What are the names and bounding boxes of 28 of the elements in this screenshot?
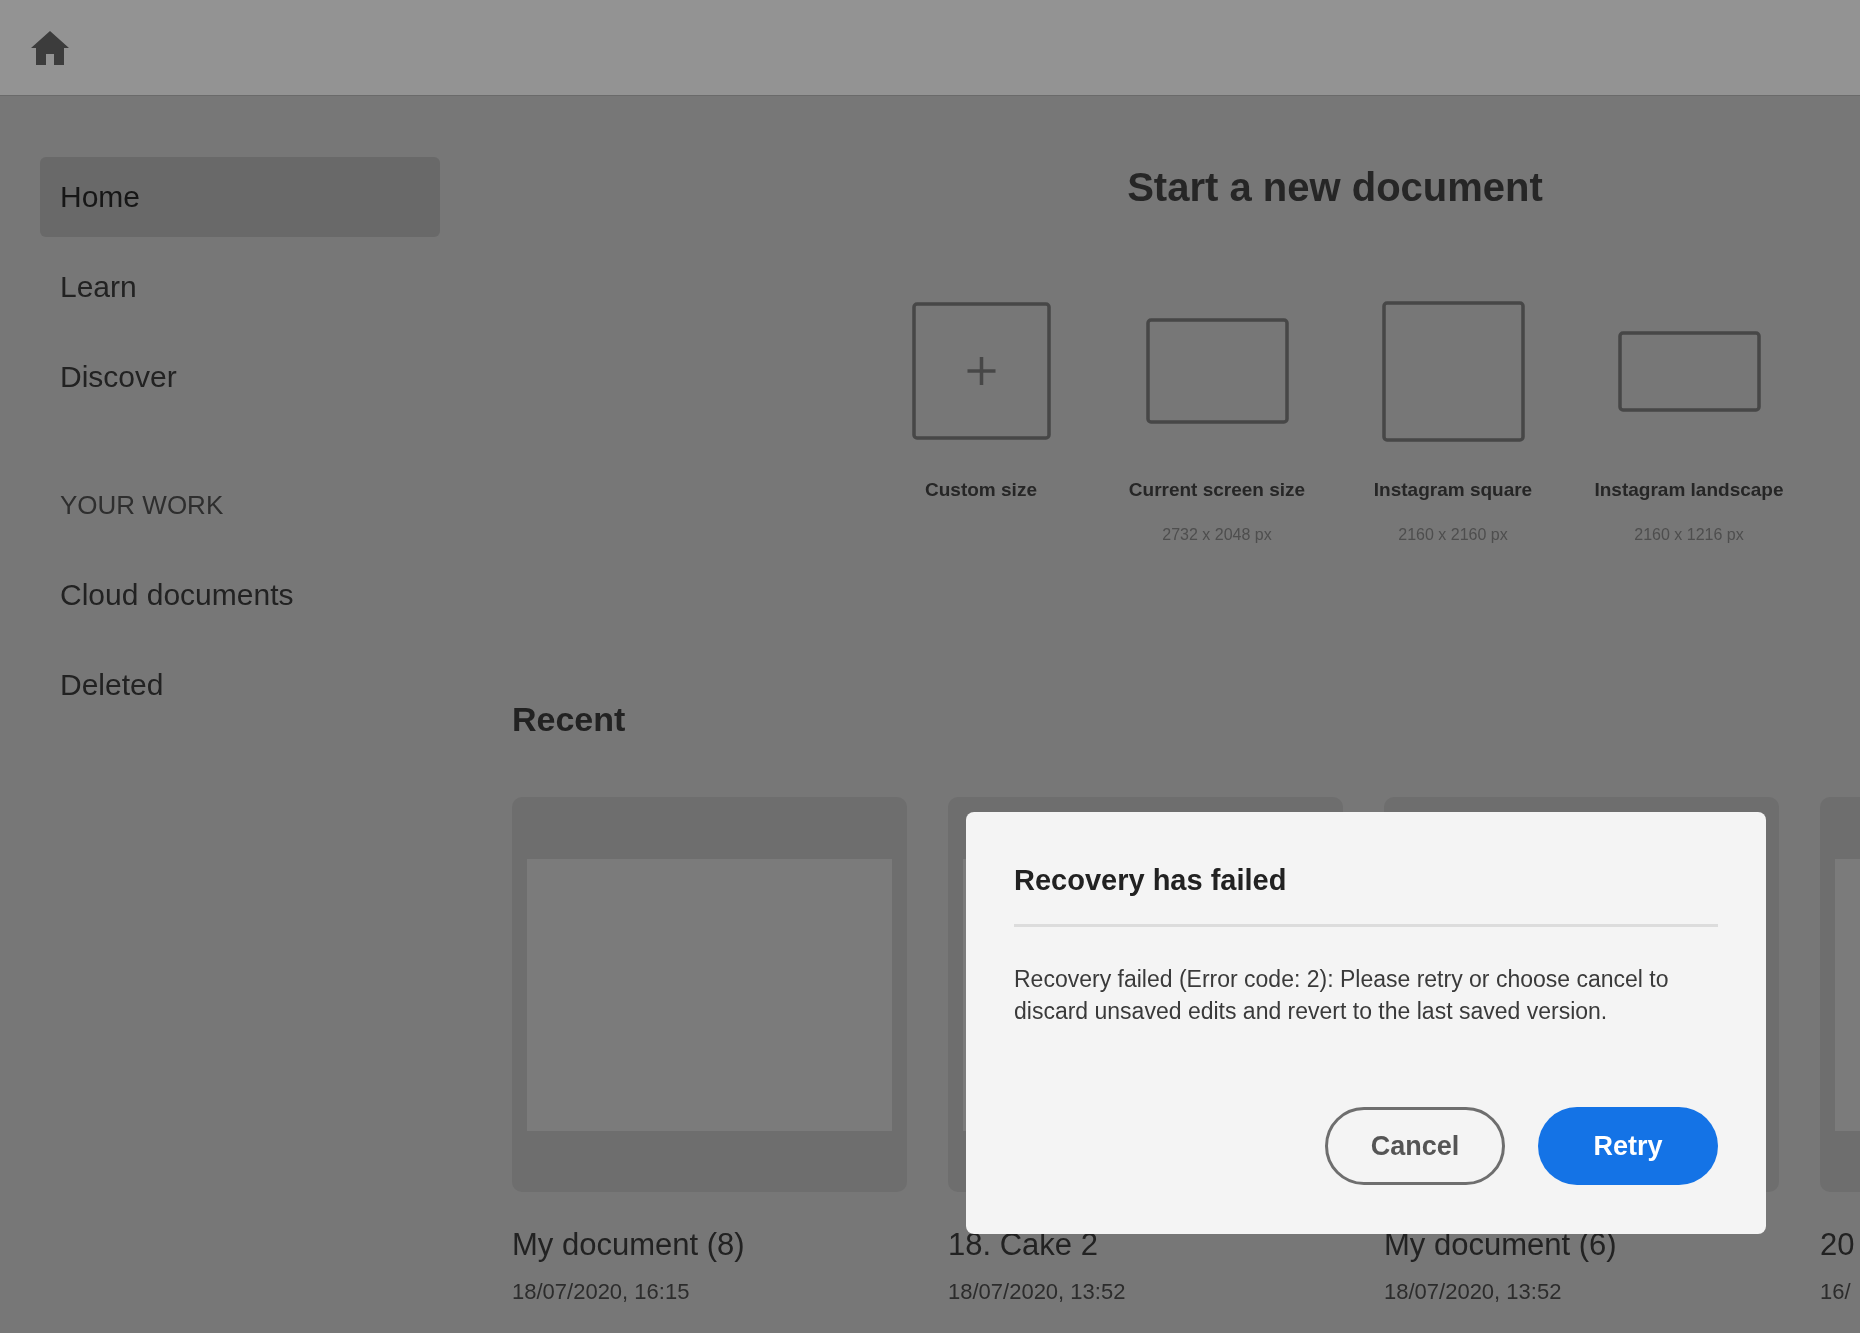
document-frame-icon[interactable] [1381,300,1525,442]
preset-label: Custom size [925,478,1037,502]
sidebar-item[interactable]: Learn [40,247,440,327]
preset-label: Current screen size [1128,478,1306,502]
preset-label: Instagram square [1373,478,1533,502]
section-title: Recent [512,699,626,739]
document-frame-icon[interactable] [1145,318,1289,424]
home-icon[interactable] [30,29,70,66]
document-date: 18/07/2020, 13:52 [1384,1278,1562,1306]
preset-label: Instagram landscape [1594,478,1784,502]
dialog-message: Recovery failed (Error code: 2): Please retry or choose cancel to discard unsaved edits and revert to the last saved version. [1014,965,1670,1026]
sidebar-item[interactable]: Cloud documents [40,555,440,635]
sidebar-item[interactable]: Discover [40,337,440,417]
document-date: 18/07/2020, 13:52 [948,1278,1126,1306]
section-title: Start a new document [1127,164,1543,211]
document-date: 18/07/2020, 16:15 [512,1278,690,1306]
sidebar-item[interactable]: Home [40,157,440,237]
dialog-title: Recovery has failed [1014,863,1287,898]
sidebar-item[interactable]: Deleted [40,645,440,725]
retry-button[interactable]: Retry [1538,1107,1718,1185]
section-heading: YOUR WORK [60,488,224,522]
document-frame-icon[interactable] [1617,330,1761,412]
document-title: 20 [1820,1226,1855,1264]
document-title: 18. Cake 2 [948,1226,1098,1264]
document-date: 16/ [1820,1278,1851,1306]
add-document-icon[interactable] [911,302,1051,440]
document-title: My document (8) [512,1226,745,1264]
cancel-button[interactable]: Cancel [1325,1107,1505,1185]
